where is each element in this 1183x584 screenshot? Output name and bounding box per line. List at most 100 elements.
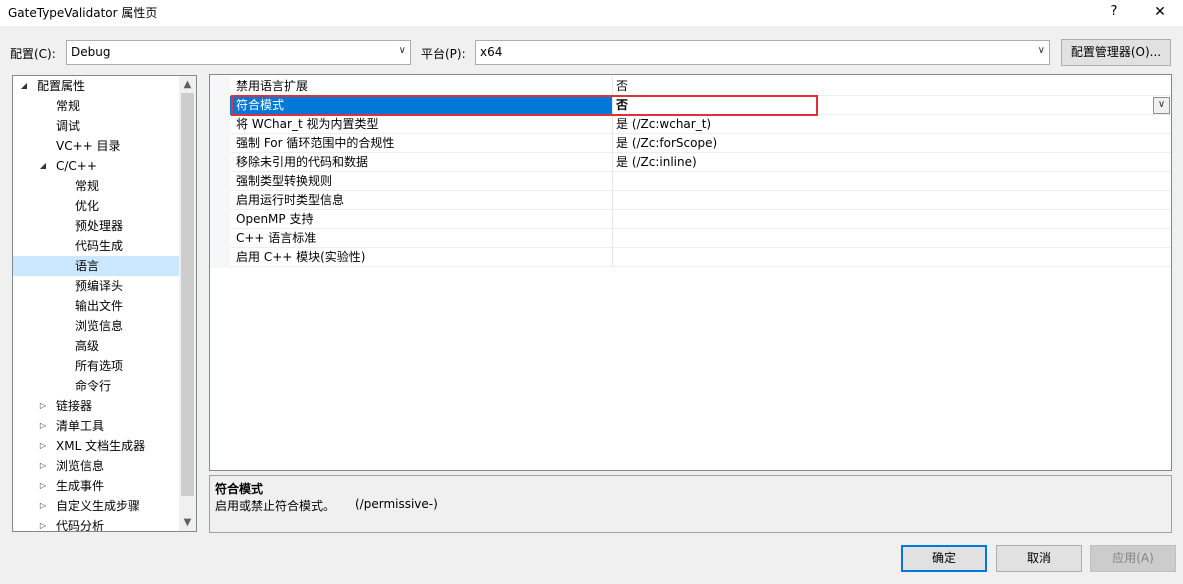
tree-item-label: 代码生成 [75,239,124,253]
expand-icon[interactable]: ▷ [38,516,48,531]
grid-gutter [210,75,230,268]
description-panel: 符合模式 启用或禁止符合模式。 (/permissive-) [209,475,1172,533]
property-grid[interactable]: 禁用语言扩展否符合模式否将 WChar_t 视为内置类型是 (/Zc:wchar… [209,74,1172,471]
platform-combo[interactable]: x64 ∨ [475,40,1050,65]
property-value[interactable]: 是 (/Zc:forScope) [616,134,717,153]
tree-item-label: 浏览信息 [75,319,124,333]
config-manager-button[interactable]: 配置管理器(O)... [1061,39,1171,66]
config-combo[interactable]: Debug ∨ [66,40,411,65]
tree-item-label: 链接器 [56,399,93,413]
tree-item[interactable]: 优化 [13,196,179,216]
property-row[interactable]: 禁用语言扩展 否 [230,77,1171,96]
tree-scrollbar[interactable]: ▲ ▼ [179,76,196,531]
property-row[interactable]: 强制 For 循环范围中的合规性 是 (/Zc:forScope) [230,134,1171,153]
property-value[interactable]: 是 (/Zc:wchar_t) [616,115,711,134]
tree-item[interactable]: ▷ 代码分析 [13,516,179,531]
property-value[interactable]: 否 [616,77,628,96]
expand-icon[interactable]: ▷ [38,476,48,496]
tree-item-label: VC++ 目录 [56,139,121,153]
tree-item-label: C/C++ [56,159,97,173]
tree-item-label: 调试 [56,119,81,133]
tree-item[interactable]: 浏览信息 [13,316,179,336]
column-divider [612,191,613,210]
tree-item[interactable]: ◢ C/C++ [13,156,179,176]
help-button[interactable]: ? [1102,2,1126,22]
column-divider [612,77,613,96]
property-row[interactable]: OpenMP 支持 [230,210,1171,229]
scroll-down-icon[interactable]: ▼ [179,514,196,531]
chevron-down-icon: ∨ [1037,45,1045,56]
column-divider [612,172,613,191]
tree-item[interactable]: 调试 [13,116,179,136]
scroll-up-icon[interactable]: ▲ [179,76,196,93]
config-label: 配置(C): [10,47,56,61]
tree-item-label: 预编译头 [75,279,124,293]
tree-item[interactable]: 预处理器 [13,216,179,236]
tree-item[interactable]: ▷ 生成事件 [13,476,179,496]
property-value[interactable]: 是 (/Zc:inline) [616,153,697,172]
property-name: 移除未引用的代码和数据 [236,155,369,169]
scroll-thumb[interactable] [181,93,194,496]
value-dropdown-button[interactable]: ∨ [1153,97,1170,114]
collapse-icon[interactable]: ◢ [38,156,48,176]
property-row[interactable]: 强制类型转换规则 [230,172,1171,191]
property-tree[interactable]: ◢ 配置属性 常规 调试 VC++ 目录 ◢ C/C++ 常规 优化 预处理器 代码生成 语言 预编译头… [12,75,197,532]
collapse-icon[interactable]: ◢ [19,76,29,96]
tree-item[interactable]: 所有选项 [13,356,179,376]
property-row[interactable]: 移除未引用的代码和数据 是 (/Zc:inline) [230,153,1171,172]
property-name: 启用 C++ 模块(实验性) [236,250,366,264]
tree-item[interactable]: VC++ 目录 [13,136,179,156]
property-name: 强制 For 循环范围中的合规性 [236,136,395,150]
tree-item[interactable]: ▷ XML 文档生成器 [13,436,179,456]
tree-item[interactable]: ◢ 配置属性 [13,76,179,96]
tree-item-label: 优化 [75,199,100,213]
tree-item[interactable]: 输出文件 [13,296,179,316]
description-flag: (/permissive-) [355,497,438,511]
column-divider [612,153,613,172]
tree-item[interactable]: 语言 [13,256,179,276]
tree-item[interactable]: ▷ 浏览信息 [13,456,179,476]
tree-item-label: 常规 [75,179,100,193]
tree-item[interactable]: 预编译头 [13,276,179,296]
column-divider [612,248,613,267]
tree-item[interactable]: 命令行 [13,376,179,396]
apply-button[interactable]: 应用(A) [1090,545,1176,572]
close-button[interactable]: ✕ [1148,2,1172,22]
property-name: C++ 语言标准 [236,231,317,245]
expand-icon[interactable]: ▷ [38,396,48,416]
property-name: 启用运行时类型信息 [236,193,345,207]
tree-item[interactable]: ▷ 链接器 [13,396,179,416]
property-row[interactable]: C++ 语言标准 [230,229,1171,248]
chevron-down-icon: ∨ [1157,99,1166,110]
column-divider [612,134,613,153]
tree-item[interactable]: 常规 [13,96,179,116]
column-divider [612,229,613,248]
platform-label: 平台(P): [421,47,466,61]
description-text: 启用或禁止符合模式。 [215,499,336,513]
cancel-button[interactable]: 取消 [996,545,1082,572]
chevron-down-icon: ∨ [398,45,406,56]
tree-item-label: 所有选项 [75,359,124,373]
property-row[interactable]: 将 WChar_t 视为内置类型 是 (/Zc:wchar_t) [230,115,1171,134]
ok-button[interactable]: 确定 [901,545,987,572]
column-divider [612,115,613,134]
property-name: 强制类型转换规则 [236,174,333,188]
property-name: 禁用语言扩展 [236,79,309,93]
tree-item[interactable]: 常规 [13,176,179,196]
tree-item-label: 自定义生成步骤 [56,499,141,513]
config-value: Debug [71,45,111,59]
tree-item[interactable]: ▷ 自定义生成步骤 [13,496,179,516]
property-name: 将 WChar_t 视为内置类型 [236,117,379,131]
expand-icon[interactable]: ▷ [38,436,48,456]
tree-item-label: 输出文件 [75,299,124,313]
tree-item[interactable]: 高级 [13,336,179,356]
property-row[interactable]: 启用 C++ 模块(实验性) [230,248,1171,267]
tree-item[interactable]: 代码生成 [13,236,179,256]
expand-icon[interactable]: ▷ [38,456,48,476]
tree-item[interactable]: ▷ 清单工具 [13,416,179,436]
expand-icon[interactable]: ▷ [38,416,48,436]
expand-icon[interactable]: ▷ [38,496,48,516]
tree-item-label: XML 文档生成器 [56,439,146,453]
tree-item-label: 配置属性 [37,79,86,93]
property-row[interactable]: 启用运行时类型信息 [230,191,1171,210]
